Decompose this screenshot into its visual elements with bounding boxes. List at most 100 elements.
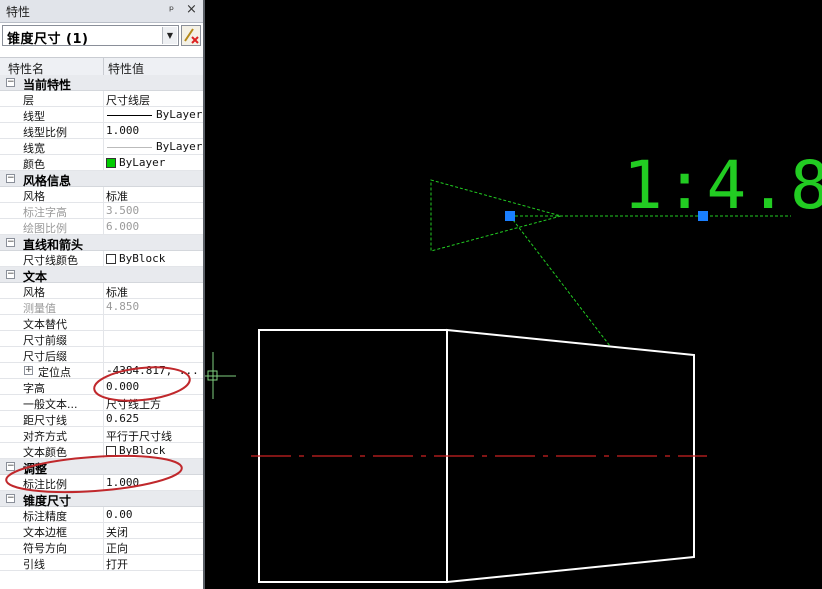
collapse-icon[interactable]: − — [6, 174, 15, 183]
property-value[interactable]: 标准 — [106, 284, 128, 300]
property-name: 风格 — [23, 190, 45, 203]
property-row[interactable]: 绘图比例 6.000 — [0, 219, 203, 235]
property-value[interactable]: 尺寸线层 — [106, 92, 150, 108]
category-row[interactable]: − 风格信息 — [0, 171, 203, 188]
property-row[interactable]: 文本颜色 ByBlock — [0, 443, 203, 459]
property-row[interactable]: 尺寸前缀 — [0, 331, 203, 347]
property-row[interactable]: 文本边框 关闭 — [0, 523, 203, 539]
object-type-value: 锥度尺寸 (1) — [7, 32, 89, 47]
property-value[interactable]: ByLayer — [156, 140, 202, 153]
property-name: 颜色 — [23, 158, 45, 171]
category-row[interactable]: − 调整 — [0, 459, 203, 476]
property-row[interactable]: 测量值 4.850 — [0, 299, 203, 315]
category-row[interactable]: − 直线和箭头 — [0, 235, 203, 252]
property-name: 尺寸前缀 — [23, 334, 67, 347]
property-value[interactable]: 关闭 — [106, 524, 128, 540]
property-name: 定位点 — [38, 366, 71, 379]
property-row[interactable]: 风格 标准 — [0, 187, 203, 203]
property-value[interactable]: ByBlock — [119, 444, 165, 457]
drawing-canvas[interactable]: 1:4.85 — [205, 0, 822, 589]
property-grid-header: 特性名 特性值 — [0, 57, 203, 77]
property-name: 测量值 — [23, 302, 56, 315]
property-value[interactable]: 正向 — [106, 540, 128, 556]
property-row[interactable]: 线宽 ByLayer — [0, 139, 203, 155]
quick-select-button[interactable] — [181, 25, 201, 46]
property-row[interactable]: 标注比例 1.000 — [0, 475, 203, 491]
property-value[interactable]: 平行于尺寸线 — [106, 428, 172, 444]
property-row[interactable]: 颜色 ByLayer — [0, 155, 203, 171]
property-row[interactable]: 尺寸线颜色 ByBlock — [0, 251, 203, 267]
property-row[interactable]: 风格 标准 — [0, 283, 203, 299]
property-name: 文本边框 — [23, 526, 67, 539]
line-style-icon — [107, 147, 152, 148]
collapse-icon[interactable]: − — [6, 494, 15, 503]
collapse-icon[interactable]: − — [6, 270, 15, 279]
chevron-down-icon[interactable]: ▼ — [162, 27, 177, 44]
property-value[interactable]: 4.850 — [106, 300, 139, 313]
quick-select-icon — [184, 28, 199, 44]
property-name: 文本替代 — [23, 318, 67, 331]
expand-icon[interactable]: + — [24, 366, 33, 375]
property-value[interactable]: 0.625 — [106, 412, 139, 425]
property-value[interactable]: 3.500 — [106, 204, 139, 217]
property-name: 引线 — [23, 558, 45, 571]
pin-icon[interactable]: ᵖ — [169, 3, 174, 17]
property-name: 绘图比例 — [23, 222, 67, 235]
category-row[interactable]: − 文本 — [0, 267, 203, 284]
property-row[interactable]: + 定位点 -4384.817, ... — [0, 363, 203, 379]
panel-title: 特性 — [6, 5, 31, 19]
property-value[interactable]: 0.000 — [106, 380, 139, 393]
property-name: 字高 — [23, 382, 45, 395]
property-row[interactable]: 文本替代 — [0, 315, 203, 331]
line-style-icon — [107, 115, 152, 116]
object-type-select[interactable]: 锥度尺寸 (1) ▼ — [2, 25, 179, 47]
properties-panel: 特性 ᵖ × 锥度尺寸 (1) ▼ 特性名 特性值 − 当前特性层 尺寸线层线型 By… — [0, 0, 203, 589]
property-value[interactable]: -4384.817, ... — [106, 364, 199, 377]
color-swatch — [106, 254, 116, 264]
property-row[interactable]: 一般文本... 尺寸线上方 — [0, 395, 203, 411]
property-value[interactable]: ByBlock — [119, 252, 165, 265]
property-row[interactable]: 标注精度 0.00 — [0, 507, 203, 523]
property-grid: − 当前特性层 尺寸线层 线型 ByLayer 线型比例 1.000 线宽 ByLayer 颜色 B… — [0, 75, 203, 571]
property-row[interactable]: 层 尺寸线层 — [0, 91, 203, 107]
collapse-icon[interactable]: − — [6, 462, 15, 471]
property-row[interactable]: 线型 ByLayer — [0, 107, 203, 123]
dimension-text[interactable]: 1:4.85 — [623, 147, 822, 224]
property-value[interactable]: ByLayer — [119, 156, 165, 169]
property-value[interactable]: 0.00 — [106, 508, 133, 521]
property-row[interactable]: 引线 打开 — [0, 555, 203, 571]
property-name: 尺寸线颜色 — [23, 254, 78, 267]
property-name: 符号方向 — [23, 542, 67, 555]
property-value[interactable]: 标准 — [106, 188, 128, 204]
property-row[interactable]: 对齐方式 平行于尺寸线 — [0, 427, 203, 443]
property-name: 一般文本... — [23, 398, 78, 411]
property-name: 文本颜色 — [23, 446, 67, 459]
property-value[interactable]: 1.000 — [106, 476, 139, 489]
property-name: 尺寸后缀 — [23, 350, 67, 363]
property-value[interactable]: 6.000 — [106, 220, 139, 233]
collapse-icon[interactable]: − — [6, 78, 15, 87]
property-value[interactable]: ByLayer — [156, 108, 202, 121]
property-row[interactable]: 符号方向 正向 — [0, 539, 203, 555]
property-row[interactable]: 字高 0.000 — [0, 379, 203, 395]
property-name: 线型 — [23, 110, 45, 123]
property-row[interactable]: 尺寸后缀 — [0, 347, 203, 363]
grip-handle[interactable] — [505, 211, 515, 221]
panel-titlebar[interactable]: 特性 ᵖ × — [0, 0, 203, 23]
color-swatch — [106, 158, 116, 168]
property-row[interactable]: 标注字高 3.500 — [0, 203, 203, 219]
property-name: 对齐方式 — [23, 430, 67, 443]
property-name: 标注精度 — [23, 510, 67, 523]
property-name: 风格 — [23, 286, 45, 299]
grip-handle[interactable] — [698, 211, 708, 221]
close-icon[interactable]: × — [186, 2, 197, 17]
property-row[interactable]: 距尺寸线 0.625 — [0, 411, 203, 427]
collapse-icon[interactable]: − — [6, 238, 15, 247]
property-value[interactable]: 打开 — [106, 556, 128, 572]
property-row[interactable]: 线型比例 1.000 — [0, 123, 203, 139]
property-value[interactable]: 1.000 — [106, 124, 139, 137]
property-name: 标注字高 — [23, 206, 67, 219]
category-row[interactable]: − 当前特性 — [0, 75, 203, 92]
property-value[interactable]: 尺寸线上方 — [106, 396, 161, 412]
category-row[interactable]: − 锥度尺寸 — [0, 491, 203, 508]
